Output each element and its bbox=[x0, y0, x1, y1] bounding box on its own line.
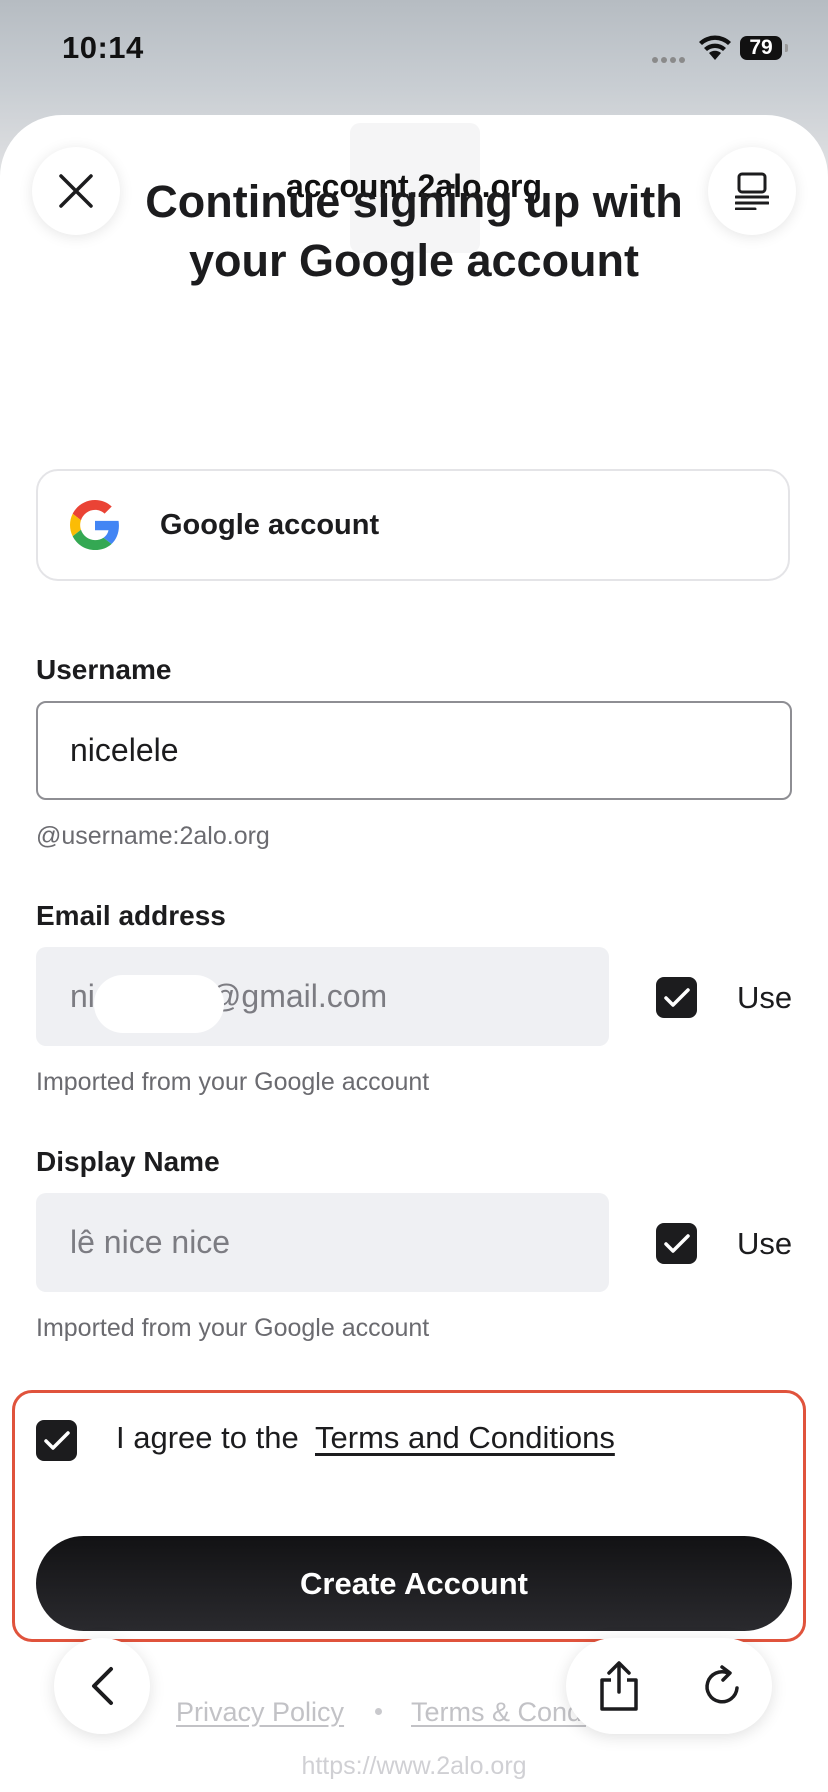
page-heading: Continue signing up with your Google acc… bbox=[60, 172, 768, 290]
use-email-label: Use bbox=[737, 980, 793, 1015]
username-value: nicelele bbox=[70, 732, 179, 768]
share-icon[interactable] bbox=[594, 1660, 644, 1712]
agree-text: I agree to the bbox=[116, 1420, 299, 1455]
back-button[interactable] bbox=[54, 1638, 150, 1734]
display-name-helper: Imported from your Google account bbox=[36, 1314, 430, 1342]
email-field: ni @gmail.com bbox=[36, 947, 609, 1046]
checkmark-icon bbox=[663, 987, 690, 1007]
cellular-signal-icon bbox=[652, 50, 690, 63]
heading-line-2: your Google account bbox=[188, 235, 640, 286]
email-helper: Imported from your Google account bbox=[36, 1068, 430, 1096]
reload-icon[interactable] bbox=[700, 1662, 746, 1710]
privacy-policy-link[interactable]: Privacy Policy bbox=[176, 1697, 344, 1728]
page-url: https://www.2alo.org bbox=[301, 1752, 527, 1780]
terms-conditions-link[interactable]: Terms & Conditions bbox=[411, 1697, 586, 1728]
checkmark-icon bbox=[663, 1233, 690, 1253]
create-account-button[interactable]: Create Account bbox=[36, 1536, 792, 1631]
username-label: Username bbox=[36, 654, 172, 685]
email-value-suffix: @gmail.com bbox=[208, 978, 388, 1014]
battery-icon: 79 bbox=[740, 36, 788, 60]
back-arrow-icon bbox=[92, 1667, 113, 1705]
agree-terms-checkbox[interactable] bbox=[36, 1420, 77, 1461]
google-logo-icon bbox=[70, 500, 119, 550]
display-name-value: lê nice nice bbox=[70, 1224, 231, 1260]
heading-line-1: Continue signing up with bbox=[145, 176, 683, 227]
browser-actions bbox=[566, 1638, 772, 1734]
checkmark-icon bbox=[43, 1430, 70, 1450]
use-email-checkbox[interactable] bbox=[656, 977, 697, 1018]
username-input[interactable]: nicelele bbox=[36, 701, 792, 800]
email-value-prefix: ni bbox=[70, 978, 95, 1014]
display-name-label: Display Name bbox=[36, 1146, 220, 1177]
use-display-name-label: Use bbox=[737, 1226, 793, 1261]
wifi-icon bbox=[699, 35, 731, 60]
footer-separator bbox=[375, 1708, 382, 1715]
google-account-card[interactable]: Google account bbox=[36, 469, 790, 581]
use-display-name-checkbox[interactable] bbox=[656, 1223, 697, 1264]
terms-link[interactable]: Terms and Conditions bbox=[315, 1420, 615, 1456]
google-account-label: Google account bbox=[160, 508, 380, 541]
display-name-field: lê nice nice bbox=[36, 1193, 609, 1292]
username-helper: @username:2alo.org bbox=[36, 822, 270, 850]
email-label: Email address bbox=[36, 900, 226, 931]
status-time: 10:14 bbox=[62, 30, 144, 65]
redaction-mask bbox=[94, 975, 224, 1033]
